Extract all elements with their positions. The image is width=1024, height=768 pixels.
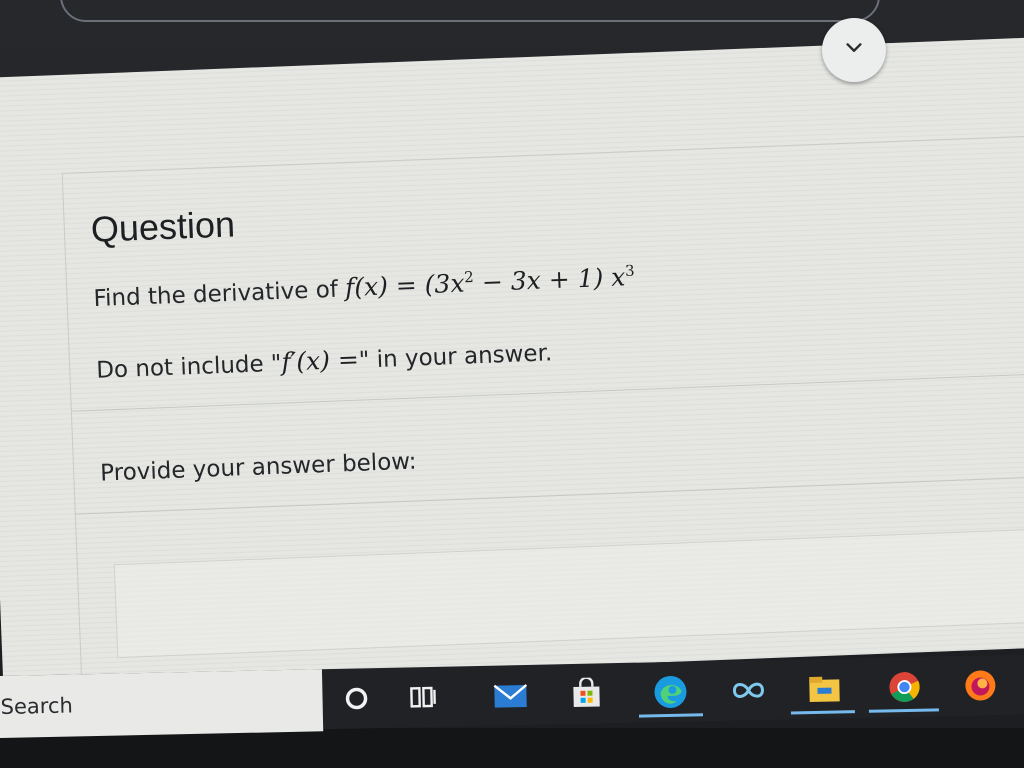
top-outline-box (60, 0, 880, 22)
photo-of-screen: Question Find the derivative of f(x) = (… (0, 0, 1024, 768)
file-explorer-icon[interactable] (804, 668, 845, 709)
edge-icon[interactable] (650, 672, 691, 713)
active-app-indicator (638, 713, 703, 718)
answer-input[interactable] (113, 528, 1024, 659)
infinity-app-icon[interactable] (728, 670, 769, 711)
task-view-icon[interactable] (402, 677, 443, 718)
question-card: Question Find the derivative of f(x) = (… (61, 134, 1024, 715)
active-app-indicator (868, 708, 939, 713)
active-app-indicator (790, 710, 855, 715)
search-label: Search (0, 693, 74, 719)
mail-icon[interactable] (490, 675, 531, 716)
answer-prompt: Provide your answer below: (99, 448, 418, 487)
instruction-text: Do not include "f′(x) =" in your answer. (95, 340, 553, 384)
derivative-notation: f′(x) = (280, 344, 360, 377)
question-prefix: Find the derivative of (93, 276, 346, 313)
chevron-down-icon (843, 37, 865, 63)
scroll-down-button[interactable] (822, 18, 886, 82)
question-page: Question Find the derivative of f(x) = (… (0, 36, 1024, 715)
question-title: Question (90, 203, 236, 250)
question-text: Find the derivative of f(x) = (3x2 − 3x … (93, 262, 635, 312)
function-expression: f(x) = (3x2 − 3x + 1) x3 (344, 262, 635, 303)
store-icon[interactable] (566, 673, 607, 714)
firefox-icon[interactable] (960, 665, 1001, 706)
taskbar-search-box[interactable]: Search (0, 669, 324, 739)
chrome-icon[interactable] (884, 667, 925, 708)
cortana-circle-icon[interactable] (336, 678, 377, 719)
